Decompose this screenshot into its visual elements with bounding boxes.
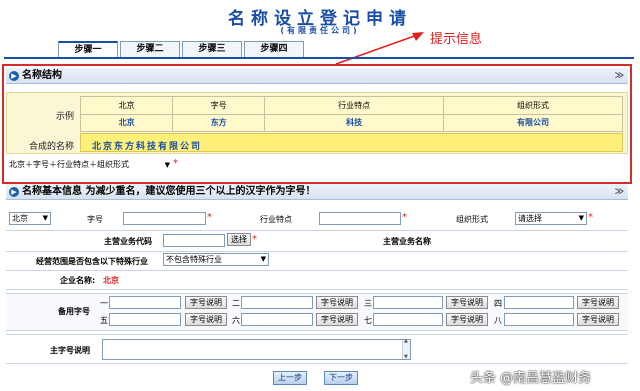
arrow-right-icon: ▶ — [9, 71, 19, 81]
backup-explain-button-8[interactable]: 字号说明 — [577, 313, 619, 326]
special-scope-select[interactable]: 不包含特殊行业 ▼ — [163, 253, 269, 266]
example-val-trade-name: 东方 — [172, 113, 266, 132]
example-col-trade-name: 字号 — [172, 96, 266, 115]
dropdown-arrow-icon: ▼ — [42, 214, 48, 222]
backup-num-8: 八 — [494, 316, 502, 325]
example-val-region: 北京 — [79, 113, 174, 132]
arrow-right-icon: ▶ — [9, 187, 19, 197]
backup-explain-button-1[interactable]: 字号说明 — [185, 296, 227, 309]
main-desc-textarea[interactable] — [102, 338, 411, 360]
example-col-region: 北京 — [79, 96, 174, 115]
name-pattern-value: 北京＋字号＋行业特点＋组织形式 — [9, 160, 129, 169]
next-step-button[interactable]: 下一步 — [324, 371, 358, 385]
structure-section-header[interactable]: ▶ 名称结构 ≫ — [6, 68, 628, 84]
page-subtitle: (有限责任公司) — [280, 26, 360, 35]
backup-num-2: 二 — [232, 299, 240, 308]
org-form-select-value: 请选择 — [518, 214, 542, 223]
business-code-row — [6, 230, 628, 252]
textarea-scrollbar[interactable] — [402, 338, 410, 360]
backup-name-input-4[interactable] — [504, 296, 574, 309]
required-mark: * — [173, 158, 178, 169]
tab-step-1[interactable]: 步骤一 — [58, 41, 118, 57]
backup-num-6: 六 — [232, 316, 240, 325]
org-form-label: 组织形式 — [456, 215, 488, 224]
main-business-code-label: 主营业务代码 — [104, 237, 152, 246]
chevron-double-down-icon[interactable]: ≫ — [615, 68, 624, 84]
backup-explain-button-3[interactable]: 字号说明 — [446, 296, 488, 309]
region-select[interactable]: 北京 ▼ — [9, 212, 51, 225]
step-tabs: 步骤一 步骤二 步骤三 步骤四 — [58, 41, 306, 57]
main-business-code-input[interactable] — [163, 234, 225, 247]
main-desc-label: 主字号说明 — [50, 346, 90, 355]
backup-name-input-6[interactable] — [241, 313, 313, 326]
composite-name-label: 合成的名称 — [28, 142, 74, 152]
backup-num-7: 七 — [364, 316, 372, 325]
annotation-tip-text: 提示信息 — [430, 32, 483, 47]
composite-name-value: 北京东方科技有限公司 — [92, 142, 203, 152]
backup-name-input-1[interactable] — [109, 296, 181, 309]
name-pattern-select[interactable]: 北京＋字号＋行业特点＋组织形式 ▼ — [7, 158, 172, 171]
basic-info-section-header[interactable]: ▶ 名称基本信息 为减少重名，建议您使用三个以上的汉字作为字号！ ≫ — [6, 184, 628, 200]
required-mark: * — [252, 234, 257, 245]
dropdown-arrow-icon: ▼ — [578, 214, 584, 222]
select-business-button[interactable]: 选择 — [227, 233, 251, 246]
main-business-name-label: 主营业务名称 — [383, 237, 431, 246]
watermark: 头条 @南昌慧盈财务 — [470, 371, 592, 386]
industry-label: 行业特点 — [260, 215, 292, 224]
required-mark: * — [207, 212, 212, 223]
backup-names-label: 备用字号 — [58, 307, 90, 316]
backup-name-input-3[interactable] — [373, 296, 443, 309]
dropdown-arrow-icon: ▼ — [260, 255, 266, 263]
trade-name-input[interactable] — [123, 212, 206, 225]
tab-divider — [4, 57, 634, 59]
tab-step-3[interactable]: 步骤三 — [182, 41, 242, 57]
prev-step-button[interactable]: 上一步 — [273, 371, 307, 385]
example-val-industry: 科技 — [264, 113, 445, 132]
backup-num-4: 四 — [494, 299, 502, 308]
special-scope-select-value: 不包含特殊行业 — [166, 255, 222, 264]
required-mark: * — [402, 212, 407, 223]
org-form-select[interactable]: 请选择 ▼ — [515, 212, 587, 225]
example-table: 北京 字号 行业特点 组织形式 北京 东方 科技 有限公司 — [79, 96, 623, 132]
company-name-value: 北京 — [103, 276, 119, 285]
backup-num-1: 一 — [100, 299, 108, 308]
example-col-industry: 行业特点 — [264, 96, 445, 115]
trade-name-label: 字号 — [87, 215, 103, 224]
dropdown-arrow-icon: ▼ — [164, 160, 170, 169]
backup-num-3: 三 — [364, 299, 372, 308]
structure-section-title: 名称结构 — [22, 70, 62, 81]
backup-num-5: 五 — [100, 316, 108, 325]
backup-explain-button-6[interactable]: 字号说明 — [316, 313, 358, 326]
basic-info-section-title: 名称基本信息 为减少重名，建议您使用三个以上的汉字作为字号！ — [22, 186, 316, 197]
backup-name-input-7[interactable] — [373, 313, 443, 326]
backup-explain-button-7[interactable]: 字号说明 — [446, 313, 488, 326]
backup-name-input-2[interactable] — [241, 296, 313, 309]
backup-name-input-8[interactable] — [504, 313, 574, 326]
backup-name-input-5[interactable] — [109, 313, 181, 326]
company-name-row — [6, 270, 628, 290]
tab-step-2[interactable]: 步骤二 — [120, 41, 180, 57]
chevron-double-down-icon[interactable]: ≫ — [615, 184, 624, 200]
required-mark: * — [588, 212, 593, 223]
backup-explain-button-2[interactable]: 字号说明 — [316, 296, 358, 309]
industry-input[interactable] — [319, 212, 401, 225]
tab-step-4[interactable]: 步骤四 — [244, 41, 304, 57]
example-val-org-form: 有限公司 — [443, 113, 623, 132]
company-name-label: 企业名称: — [60, 276, 96, 285]
region-select-value: 北京 — [12, 214, 28, 223]
example-col-org-form: 组织形式 — [443, 96, 623, 115]
special-scope-label: 经营范围是否包含以下特殊行业 — [36, 257, 148, 266]
example-label: 示例 — [55, 112, 74, 122]
backup-explain-button-5[interactable]: 字号说明 — [185, 313, 227, 326]
backup-explain-button-4[interactable]: 字号说明 — [577, 296, 619, 309]
